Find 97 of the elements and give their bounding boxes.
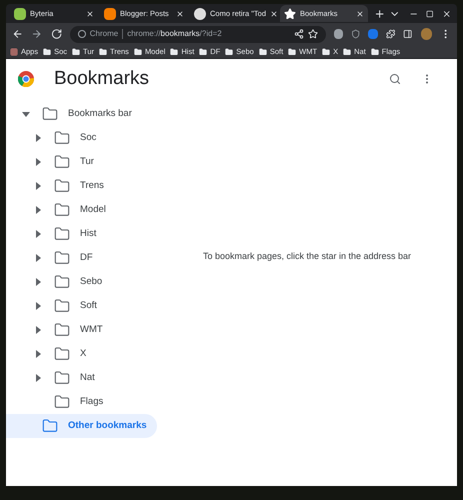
back-icon[interactable] <box>12 28 24 40</box>
site-name: Chrome <box>90 28 118 40</box>
folder-label: Bookmarks bar <box>68 106 132 121</box>
url-text: chrome://bookmarks/?id=2 <box>127 28 222 40</box>
site-icon <box>104 8 116 20</box>
star-icon <box>284 8 296 20</box>
tree-item[interactable]: Tur <box>6 150 157 174</box>
close-icon[interactable] <box>270 10 278 18</box>
tree-item[interactable]: DF <box>6 246 157 270</box>
folder-icon <box>54 322 70 338</box>
address-bar[interactable]: Chrome chrome://bookmarks/?id=2 <box>70 26 326 42</box>
tree-item[interactable]: Other bookmarks <box>6 414 157 438</box>
folder-label: Sebo <box>80 274 102 289</box>
folder-icon <box>54 346 70 362</box>
folder-icon <box>42 418 58 434</box>
tree-item[interactable]: Flags <box>6 390 157 414</box>
folder-icon <box>54 394 70 410</box>
folder-icon <box>54 250 70 266</box>
folder-icon <box>322 48 330 56</box>
extension-icon[interactable] <box>368 29 378 39</box>
folder-icon <box>54 298 70 314</box>
caret-right-icon[interactable] <box>34 206 42 214</box>
folder-icon <box>54 130 70 146</box>
tree-item[interactable]: Nat <box>6 366 157 390</box>
close-icon[interactable] <box>442 8 451 18</box>
folder-icon <box>54 154 70 170</box>
tree-item[interactable]: X <box>6 342 157 366</box>
folder-label: Soc <box>80 130 96 145</box>
star-icon[interactable] <box>308 29 318 39</box>
close-icon[interactable] <box>86 10 94 18</box>
folder-icon <box>258 48 267 56</box>
puzzle-icon[interactable] <box>386 29 396 39</box>
folder-icon <box>170 48 178 56</box>
share-icon[interactable] <box>294 29 304 39</box>
folder-icon <box>288 48 296 56</box>
folder-icon <box>225 48 234 56</box>
caret-right-icon[interactable] <box>34 230 42 238</box>
folder-label: Nat <box>80 370 95 385</box>
site-info-icon[interactable] <box>78 30 86 38</box>
caret-right-icon[interactable] <box>34 350 42 358</box>
extension-icon[interactable] <box>334 29 344 39</box>
close-icon[interactable] <box>176 10 184 18</box>
folder-icon <box>72 48 80 56</box>
folder-icon <box>134 48 142 56</box>
caret-right-icon[interactable] <box>34 182 42 190</box>
folder-icon <box>43 48 52 56</box>
folder-icon <box>54 202 70 218</box>
maximize-icon[interactable] <box>426 10 434 18</box>
chrome-logo-icon <box>18 71 34 87</box>
tree-item[interactable]: WMT <box>6 318 157 342</box>
folder-icon <box>54 178 70 194</box>
folder-icon <box>199 48 208 56</box>
folder-label: WMT <box>80 322 103 337</box>
folder-label: Trens <box>80 178 104 193</box>
folder-label: Hist <box>80 226 96 241</box>
caret-right-icon[interactable] <box>34 158 42 166</box>
folder-label: Other bookmarks <box>68 418 147 433</box>
avatar[interactable] <box>420 28 432 40</box>
search-icon[interactable] <box>389 73 401 85</box>
tree-item[interactable]: Model <box>6 198 157 222</box>
folder-label: Tur <box>80 154 94 169</box>
forward-icon[interactable] <box>31 28 42 40</box>
folder-label: DF <box>80 250 93 265</box>
side-panel-icon[interactable] <box>403 29 413 39</box>
folder-icon <box>343 48 352 56</box>
tree-item[interactable]: Bookmarks bar <box>6 102 157 126</box>
folder-label: Soft <box>80 298 97 313</box>
caret-right-icon[interactable] <box>34 134 42 142</box>
empty-message: To bookmark pages, click the star in the address bar <box>202 250 412 264</box>
caret-right-icon[interactable] <box>34 374 42 382</box>
folder-icon <box>54 226 70 242</box>
folder-icon <box>54 274 70 290</box>
site-icon <box>194 8 206 20</box>
tree-item[interactable]: Soft <box>6 294 157 318</box>
folder-label: Flags <box>80 394 104 409</box>
shield-icon[interactable] <box>351 29 360 39</box>
new-tab-icon[interactable] <box>374 8 386 20</box>
tree-item[interactable]: Sebo <box>6 270 157 294</box>
caret-right-icon[interactable] <box>34 326 42 334</box>
reload-icon[interactable] <box>50 28 62 40</box>
caret-down-icon[interactable] <box>22 110 30 118</box>
tree-item[interactable]: Soc <box>6 126 157 150</box>
site-icon <box>14 8 26 20</box>
caret-right-icon[interactable] <box>34 254 42 262</box>
caret-right-icon[interactable] <box>34 302 42 310</box>
folder-label: X <box>80 346 86 361</box>
folder-icon <box>370 48 379 56</box>
folder-icon <box>54 370 70 386</box>
caret-right-icon[interactable] <box>34 278 42 286</box>
folder-icon <box>42 106 58 122</box>
page-title: Bookmarks <box>54 66 150 91</box>
close-icon[interactable] <box>356 10 364 18</box>
tree-item[interactable]: Trens <box>6 174 157 198</box>
folder-label: Model <box>80 202 106 217</box>
apps-icon <box>10 48 18 56</box>
folder-icon <box>99 48 108 56</box>
tree-item[interactable]: Hist <box>6 222 157 246</box>
